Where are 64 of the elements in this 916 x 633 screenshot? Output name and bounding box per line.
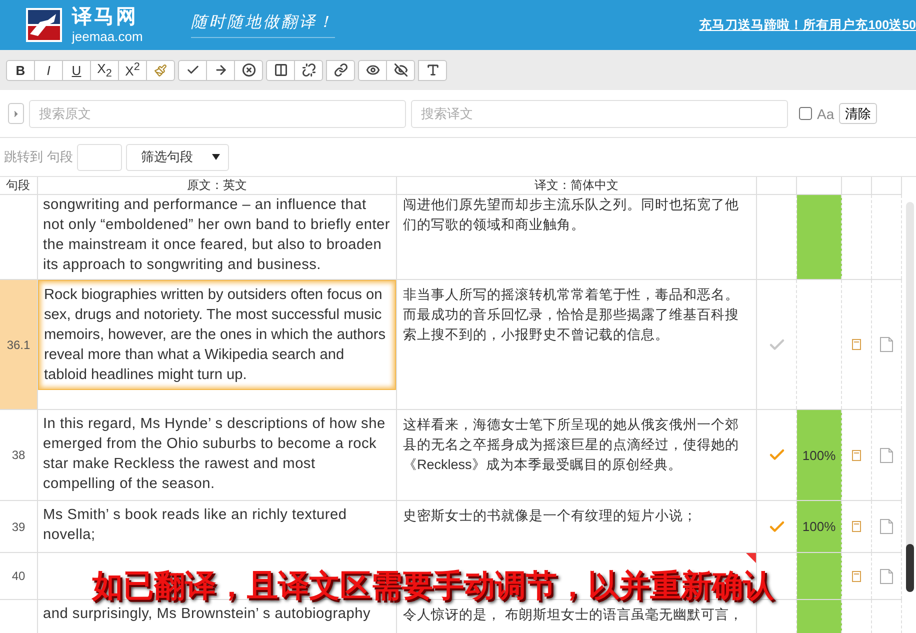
document-icon[interactable] [880,448,893,462]
segment-label: 句段 [47,148,73,166]
subtitle-caption: 如已翻译，且译文区需要手动调节，以并重新确认 [92,569,774,603]
broken-link-icon [302,63,316,77]
column-header: 译文：简体中文 [397,177,757,194]
eye-icon [366,63,380,77]
document-icon[interactable] [880,519,893,534]
match-bar: 100% [797,501,842,552]
case-label: Aa [817,106,834,122]
arrow-right-icon [214,63,228,77]
x-circle-button[interactable] [234,60,263,80]
slogan: 随时随地做翻译！ [190,12,335,38]
document-icon[interactable] [880,337,893,352]
jump-label: 跳转到 [4,148,43,166]
format-button[interactable]: U [62,60,91,80]
case-checkbox[interactable] [799,107,812,120]
source-text[interactable]: Ms Smith’ s book reads like an richly textured novella; [43,505,391,545]
source-editor[interactable]: Rock biographies written by outsiders often focus on sex, drugs and notoriety. The most successful music memoirs, however, are the ones in which the authors reveal more than what a Wikipedia search and tabloid headlines might turn up. [38,280,396,390]
format-button[interactable]: B [6,60,35,80]
caret-down-icon [212,154,220,160]
eye-off-button[interactable] [386,60,415,80]
document-icon[interactable] [880,568,893,584]
eye-button[interactable] [358,60,387,80]
logo-domain: jeemaa.com [72,30,143,43]
source-search-field[interactable]: 搜索原文 [29,100,406,128]
note-icon[interactable] [852,339,861,350]
expand-button[interactable] [8,103,24,124]
link-icon [334,63,348,77]
split-icon [274,63,288,77]
source-text[interactable]: and surprisingly, Ms Brownstein’ s autobiography [43,604,371,624]
arrow-right-button[interactable] [206,60,235,80]
target-text[interactable]: 这样看来，海德女士笔下所呈现的她从俄亥俄州一个郊县的无名之卒摇身成为摇滚巨星的点滴经过，使得她的《Reckless》成为本季最受瞩目的原创经典。 [403,415,750,475]
scrollbar-thumb[interactable] [906,544,914,592]
segment-number: 36.1 [0,280,38,409]
format-button[interactable]: X$_{2}$ [90,60,119,80]
x-circle-icon [242,63,256,77]
logo-title: 译马网 [72,7,139,27]
target-text[interactable]: 非当事人所写的摇滚转机常常着笔于性，毒品和恶名。而最成功的音乐回忆录，恰恰是那些揭露了维基百科搜索上搜不到的，小报野史不曾记载的信息。 [403,285,750,345]
format-button[interactable]: X$^{2}$ [118,60,147,80]
text-plus-icon [426,63,440,77]
horse-logo-icon [26,8,62,42]
eye-off-icon [394,63,408,77]
segment-input[interactable] [77,144,122,170]
match-bar: 100% [797,410,842,500]
source-text[interactable]: In this regard, Ms Hynde’ s descriptions of how she emerged from the Ohio suburbs to become a rock star make Reckless the rawest and most compelling of the season. [43,414,391,494]
format-button[interactable]: I [34,60,63,80]
column-header: 原文：英文 [38,177,397,194]
target-text[interactable]: 闯进他们原先望而却步主流乐队之列。同时也拓宽了他们的写歌的领域和商业触角。 [403,195,750,235]
clear-button[interactable]: 清除 [839,103,878,124]
note-icon[interactable] [852,570,861,582]
target-search-field[interactable]: 搜索译文 [411,100,788,128]
column-header: 句段 [0,177,38,194]
split-button[interactable] [266,60,295,80]
note-icon[interactable] [852,450,861,460]
note-icon[interactable] [852,521,861,532]
target-text[interactable]: 史密斯女士的书就像是一个有纹理的短片小说； [403,506,750,526]
broken-link-button[interactable] [294,60,323,80]
check-button[interactable] [178,60,207,80]
filter-dropdown[interactable]: 筛选句段 [126,144,229,170]
text-plus-button[interactable] [418,60,447,80]
source-text[interactable]: songwriting and performance – an influence that not only “emboldened” her own band to briefly enter the mainstream it once feared, but also to broaden its approach to songwriting and business. [43,195,391,275]
brush-icon [154,64,167,76]
link-button[interactable] [326,60,355,80]
target-text[interactable]: 令人惊讶的是， 布朗斯坦女士的语言虽毫无幽默可言， [403,605,750,625]
